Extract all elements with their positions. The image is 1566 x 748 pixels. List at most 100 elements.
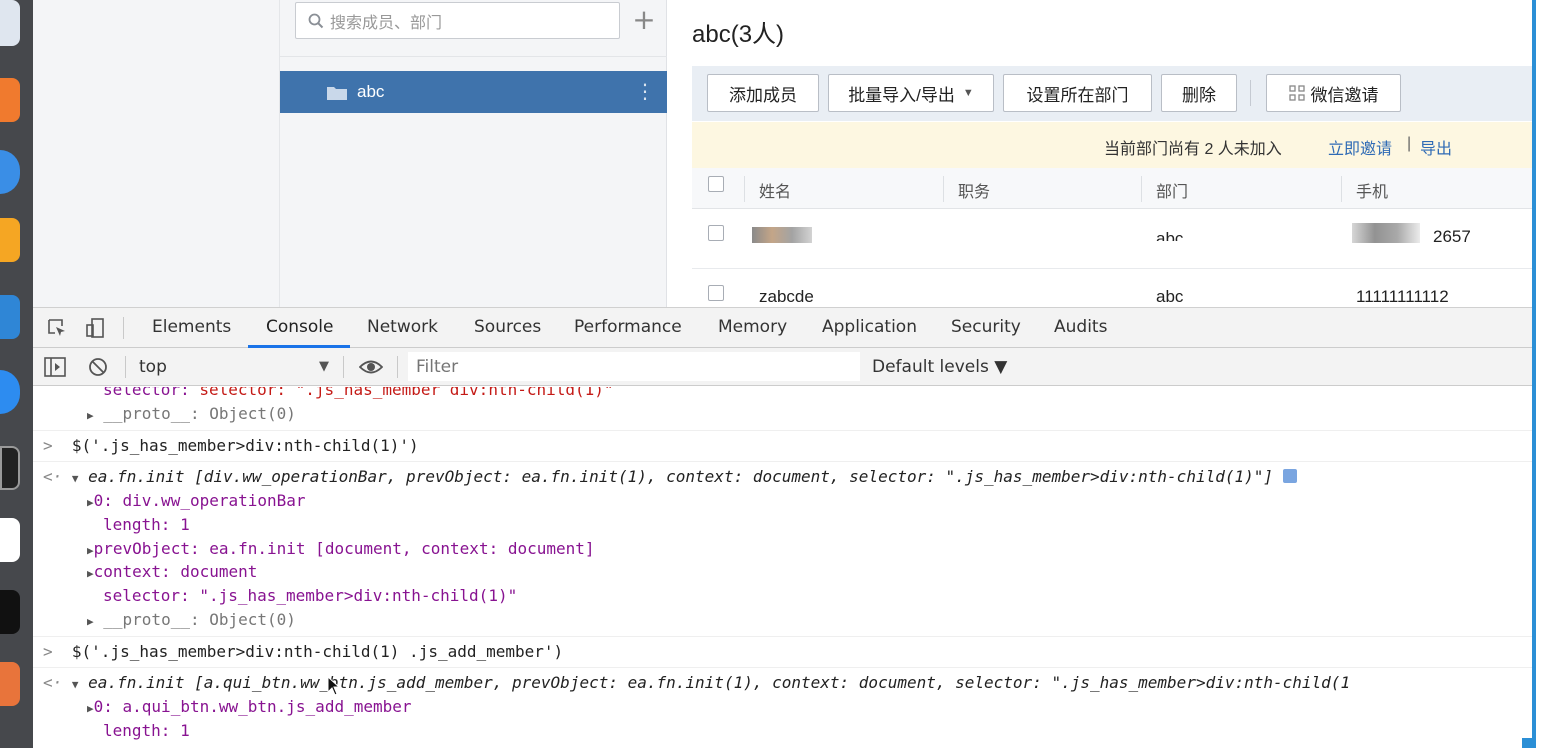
toolbar-divider: [125, 356, 126, 378]
more-vertical-icon[interactable]: ⋮: [635, 81, 655, 101]
eye-icon[interactable]: [359, 358, 383, 376]
console-line[interactable]: ▶prevObject: ea.fn.init [document, conte…: [87, 539, 595, 558]
export-link[interactable]: 导出: [1420, 135, 1452, 159]
column-header-title: 职务: [958, 184, 991, 201]
toolbar-divider: [123, 317, 124, 339]
caret-down-icon[interactable]: ▼: [319, 359, 329, 374]
column-header-phone: 手机: [1356, 184, 1389, 201]
dock: [0, 0, 33, 748]
console-line[interactable]: ▶0: div.ww_operationBar: [87, 491, 306, 510]
invite-notice: 当前部门尚有 2 人未加入 立即邀请 | 导出: [692, 122, 1532, 168]
right-margin: [1536, 0, 1566, 748]
column-divider: [1141, 176, 1142, 202]
cell-name: zabcde: [759, 287, 814, 306]
department-panel: 搜索成员、部门 + abc ⋮: [280, 0, 667, 307]
log-levels-select[interactable]: Default levels ▼: [872, 357, 1007, 377]
dock-app-icon[interactable]: [0, 370, 20, 414]
search-input[interactable]: 搜索成员、部门: [295, 2, 620, 39]
select-all-checkbox[interactable]: [708, 176, 724, 192]
console-output: selector: selector: ".js_has_member div:…: [33, 387, 1532, 748]
delete-button[interactable]: 删除: [1161, 74, 1237, 112]
department-detail: abc(3人) 添加成员 批量导入/导出 ▼ 设置所在部门 删除 微信邀请 当前…: [692, 0, 1532, 307]
invite-now-link[interactable]: 立即邀请: [1328, 135, 1392, 159]
table-row[interactable]: zabcde abc 11111111112: [692, 269, 1532, 307]
table-row[interactable]: abc 2657: [692, 209, 1532, 269]
column-header-department: 部门: [1156, 184, 1189, 201]
dock-app-icon[interactable]: [0, 295, 20, 339]
inspect-element-icon[interactable]: [47, 318, 67, 338]
window-edge: [1522, 738, 1536, 748]
clear-console-icon[interactable]: [88, 357, 108, 377]
console-line: selector: ".js_has_member>div:nth-child(…: [103, 586, 518, 605]
folder-icon: [327, 85, 347, 100]
dock-app-icon[interactable]: [0, 590, 20, 634]
console-line-divider: [33, 430, 1532, 431]
search-icon: [308, 13, 324, 28]
department-item-abc[interactable]: abc ⋮: [280, 71, 667, 113]
console-line: length: 1: [103, 721, 190, 740]
contacts-app: 搜索成员、部门 + abc ⋮ abc(3人) 添加成员 批量导入/导出 ▼ 设…: [33, 0, 1532, 307]
tab-performance[interactable]: Performance: [574, 317, 682, 337]
department-name: abc: [357, 82, 385, 101]
console-input-line: > $('.js_has_member>div:nth-child(1)'): [43, 436, 419, 455]
left-blank-panel: [33, 0, 280, 307]
console-line[interactable]: ▶context: document: [87, 562, 257, 581]
console-output-line[interactable]: <· ▼ ea.fn.init [div.ww_operationBar, pr…: [43, 467, 1297, 486]
console-line[interactable]: ▶0: a.qui_btn.ww_btn.js_add_member: [87, 697, 412, 716]
tab-audits[interactable]: Audits: [1054, 317, 1107, 337]
set-department-button[interactable]: 设置所在部门: [1003, 74, 1152, 112]
tab-security[interactable]: Security: [951, 317, 1021, 337]
tab-network[interactable]: Network: [367, 317, 438, 337]
tab-elements[interactable]: Elements: [152, 317, 231, 337]
context-select[interactable]: top: [139, 357, 167, 377]
add-member-button[interactable]: 添加成员: [707, 74, 819, 112]
dock-app-icon[interactable]: [0, 446, 20, 490]
dock-app-icon[interactable]: [0, 518, 20, 562]
table-header: 姓名 职务 部门 手机: [692, 168, 1532, 209]
column-divider: [943, 176, 944, 202]
divider: [280, 56, 667, 57]
dock-app-icon[interactable]: [0, 78, 20, 122]
row-checkbox[interactable]: [708, 285, 724, 301]
console-line[interactable]: ▶ __proto__: Object(0): [87, 610, 296, 629]
wechat-invite-button[interactable]: 微信邀请: [1266, 74, 1401, 112]
notice-text: 当前部门尚有 2 人未加入: [1104, 141, 1282, 158]
tab-console[interactable]: Console: [266, 317, 334, 337]
toolbar-divider: [397, 356, 398, 378]
console-line: selector: selector: ".js_has_member div:…: [103, 387, 614, 399]
console-input-line: > $('.js_has_member>div:nth-child(1) .js…: [43, 642, 564, 661]
blurred-name: [752, 227, 812, 243]
console-toolbar: top ▼ Default levels ▼: [33, 348, 1532, 386]
cell-department: abc: [1156, 287, 1184, 306]
info-icon: [1282, 469, 1297, 483]
cell-phone: 2657: [1433, 227, 1471, 246]
batch-import-export-button[interactable]: 批量导入/导出 ▼: [828, 74, 994, 112]
console-line: length: 1: [103, 515, 190, 534]
page-title: abc(3人): [692, 21, 785, 48]
dock-app-icon[interactable]: [0, 0, 20, 46]
row-checkbox[interactable]: [708, 225, 724, 241]
tab-memory[interactable]: Memory: [718, 317, 787, 337]
notice-separator: |: [1407, 135, 1412, 152]
device-toolbar-icon[interactable]: [85, 317, 105, 339]
tab-sources[interactable]: Sources: [474, 317, 541, 337]
plus-icon[interactable]: +: [632, 4, 656, 36]
tab-application[interactable]: Application: [822, 317, 917, 337]
devtools-panel: Elements Console Network Sources Perform…: [33, 307, 1532, 748]
dock-app-icon[interactable]: [0, 150, 20, 194]
column-divider: [744, 176, 745, 202]
console-line[interactable]: ▶ __proto__: Object(0): [87, 404, 296, 423]
dock-app-icon[interactable]: [0, 662, 20, 706]
operation-bar: 添加成员 批量导入/导出 ▼ 设置所在部门 删除 微信邀请: [692, 66, 1532, 121]
dock-app-icon[interactable]: [0, 218, 20, 262]
console-line-divider: [33, 667, 1532, 668]
batch-import-export-label: 批量导入/导出: [848, 85, 955, 105]
screen: 搜索成员、部门 + abc ⋮ abc(3人) 添加成员 批量导入/导出 ▼ 设…: [0, 0, 1566, 748]
search-placeholder: 搜索成员、部门: [330, 14, 443, 32]
blurred-phone: [1352, 223, 1420, 243]
show-sidebar-icon[interactable]: [44, 357, 66, 377]
wechat-invite-label: 微信邀请: [1310, 85, 1379, 105]
filter-input[interactable]: [408, 352, 860, 381]
console-output-line[interactable]: <· ▼ ea.fn.init [a.qui_btn.ww_btn.js_add…: [43, 673, 1350, 692]
console-line-divider: [33, 636, 1532, 637]
